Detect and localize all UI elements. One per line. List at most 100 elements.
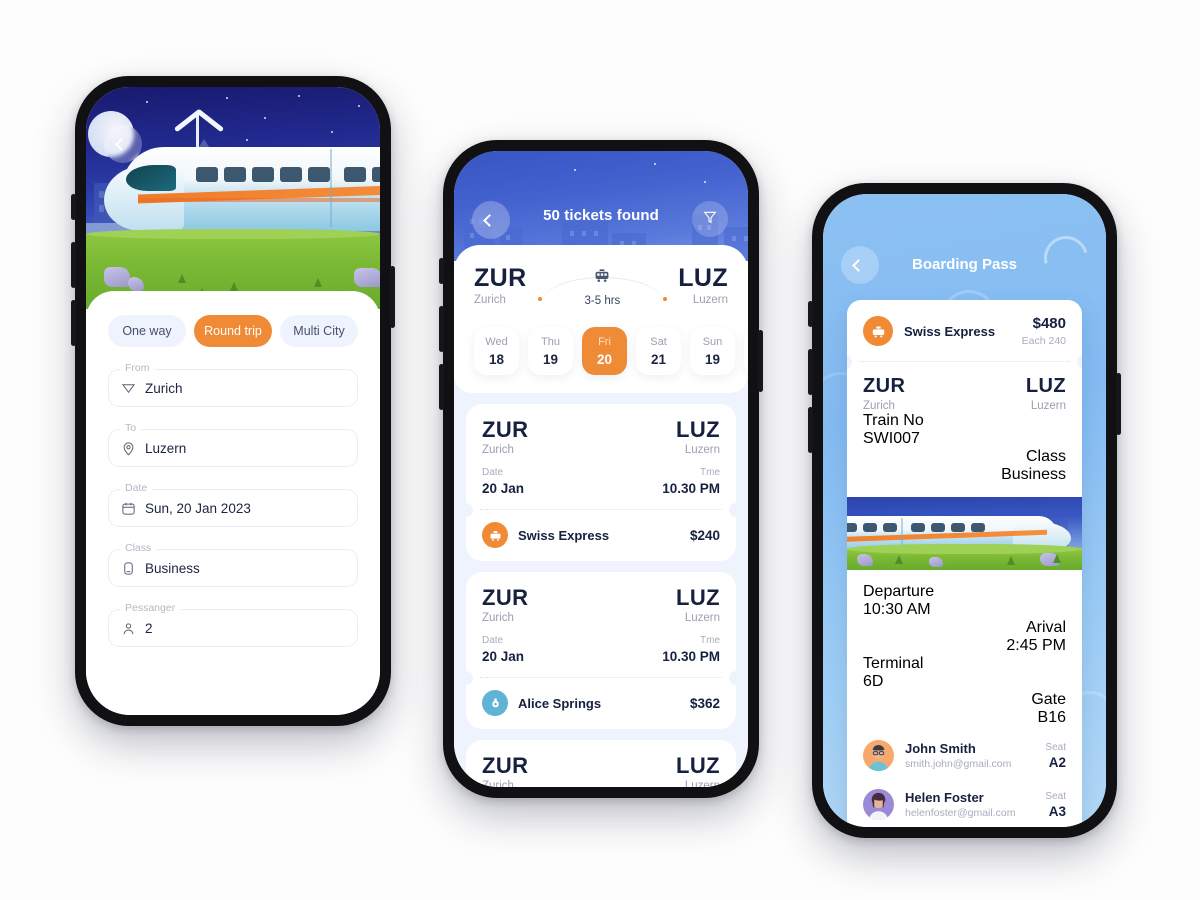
departure-value: 10:30 AM (863, 601, 931, 618)
ticket-origin-city: Zurich (482, 444, 514, 457)
ticket-perforation (459, 503, 743, 518)
passenger-name: John Smith (905, 741, 976, 756)
trip-type-tabs: One way Round trip Multi City (108, 315, 358, 347)
ticket-price: $362 (689, 695, 720, 711)
ticket-origin-city: Zurich (482, 780, 514, 787)
seat-label: Seat (1045, 741, 1066, 753)
arrival-label: Arival (1025, 619, 1066, 636)
silent-switch[interactable] (439, 258, 444, 284)
class-value: Business (145, 560, 200, 576)
ticket-card[interactable]: ZUR Zurich LUZ Luzern Date 20 Jan Tme 10… (459, 404, 743, 562)
trip-tab-one-way[interactable]: One way (108, 315, 186, 347)
chip-day: Wed (485, 336, 508, 348)
pass-destination-code: LUZ (1025, 375, 1066, 397)
passenger-value: 2 (145, 620, 153, 636)
operator-row: Swiss Express $480 Each 240 (847, 300, 1082, 361)
ticket-time: 10.30 PM (662, 649, 720, 665)
pass-origin-city: Zurich (863, 400, 895, 412)
to-field[interactable]: To Luzern (108, 422, 358, 467)
power-button[interactable] (390, 266, 395, 328)
seat-icon (121, 561, 136, 576)
back-button[interactable] (104, 125, 142, 163)
silent-switch[interactable] (71, 194, 76, 220)
ticket-card[interactable]: ZUR Zurich LUZ Luzern Date 20 Jan Tme 10… (459, 572, 743, 730)
volume-up-button[interactable] (439, 306, 444, 352)
date-label: Date (482, 635, 504, 647)
seat-value: A2 (1048, 754, 1066, 770)
volume-down-button[interactable] (439, 364, 444, 410)
from-label: From (120, 362, 155, 374)
route-duration: 3-5 hrs (584, 295, 621, 307)
passenger-row: Helen Foster helenfoster@gmail.com Seat … (847, 780, 1082, 827)
volume-down-button[interactable] (808, 407, 813, 453)
ticket-operator: Swiss Express (518, 527, 610, 543)
passenger-field[interactable]: Pessanger 2 (108, 602, 358, 647)
pass-operator: Swiss Express (904, 323, 996, 339)
trip-tab-multi-city[interactable]: Multi City (280, 315, 358, 347)
chip-date: 19 (704, 352, 721, 367)
volume-down-button[interactable] (71, 300, 76, 346)
chip-date: 21 (650, 352, 667, 367)
origin-code: ZUR (474, 264, 527, 292)
screen-search: One way Round trip Multi City From Zuric… (86, 87, 380, 715)
boarding-pass-card: Swiss Express $480 Each 240 ZUR Zurich L… (847, 300, 1082, 827)
passenger-email: smith.john@gmail.com (905, 758, 1012, 770)
date-chip-list: Wed 18 Thu 19 Fri 20 Sat 21 Sun 19 (474, 327, 748, 375)
ticket-time: 10.30 PM (662, 481, 720, 497)
ticket-card-partial[interactable]: ZUR Zurich LUZ Luzern (466, 740, 736, 787)
date-chip[interactable]: Sat 21 (636, 327, 681, 375)
train-no-label: Train No (863, 412, 924, 429)
power-button[interactable] (1116, 373, 1121, 435)
departure-label: Departure (863, 583, 935, 600)
from-value: Zurich (145, 380, 183, 396)
terminal-label: Terminal (863, 655, 924, 672)
chip-day: Sat (650, 336, 667, 348)
date-chip[interactable]: Sun 19 (690, 327, 735, 375)
ticket-origin-code: ZUR (482, 417, 529, 442)
boarding-pass-title: Boarding Pass (911, 256, 1018, 273)
phone-search-screen: One way Round trip Multi City From Zuric… (71, 76, 395, 726)
to-value: Luzern (145, 440, 187, 456)
results-body: ZUR Zurich 3-5 hrs LUZ Luzern Wed 18 Thu… (454, 245, 748, 787)
passenger-name: Helen Foster (905, 790, 984, 805)
chip-date: 19 (542, 352, 559, 367)
filter-icon (702, 209, 718, 230)
route-destination: LUZ Luzern (678, 265, 728, 307)
filter-button[interactable] (692, 201, 728, 237)
date-field[interactable]: Date Sun, 20 Jan 2023 (108, 482, 358, 527)
passenger-label: Pessanger (120, 602, 181, 614)
ticket-origin-code: ZUR (482, 585, 529, 611)
route-summary-card: ZUR Zurich 3-5 hrs LUZ Luzern Wed 18 Thu… (454, 245, 748, 393)
time-label: Tme (700, 635, 720, 647)
date-chip[interactable]: Thu 19 (528, 327, 573, 375)
volume-up-button[interactable] (71, 242, 76, 288)
date-chip-selected[interactable]: Fri 20 (582, 327, 627, 375)
date-label: Date (482, 467, 504, 479)
power-button[interactable] (758, 330, 763, 392)
phone-results-screen: 50 tickets found ZUR Zurich 3-5 hrs LUZ … (439, 140, 763, 798)
route-origin: ZUR Zurich (474, 264, 527, 307)
date-chip-partial[interactable] (744, 327, 748, 375)
to-label: To (120, 422, 142, 434)
pass-destination-city: Luzern (1030, 400, 1066, 412)
date-chip[interactable]: Wed 18 (474, 327, 519, 375)
seat-label: Seat (1045, 790, 1066, 802)
from-field[interactable]: From Zurich (108, 362, 358, 407)
class-label: Class (1025, 448, 1066, 465)
passenger-row: John Smith smith.john@gmail.com Seat A2 (847, 731, 1082, 780)
gate-label: Gate (1031, 691, 1066, 708)
class-field[interactable]: Class Business (108, 542, 358, 587)
class-label: Class (120, 542, 157, 554)
seat-value: A3 (1048, 803, 1066, 819)
person-icon (121, 621, 136, 636)
mockup-stage: One way Round trip Multi City From Zuric… (0, 0, 1200, 900)
volume-up-button[interactable] (808, 349, 813, 395)
pass-times: Departure 10:30 AM Arival 2:45 PM Termin… (847, 570, 1082, 731)
boarding-pass-background: Boarding Pass Swiss Express $480 Each 24… (823, 194, 1106, 827)
chip-date: 20 (596, 352, 613, 367)
ticket-origin-city: Zurich (482, 612, 514, 625)
silent-switch[interactable] (808, 301, 813, 327)
ticket-perforation (459, 671, 743, 686)
chip-date: 18 (488, 352, 505, 367)
trip-tab-round-trip[interactable]: Round trip (194, 315, 272, 347)
